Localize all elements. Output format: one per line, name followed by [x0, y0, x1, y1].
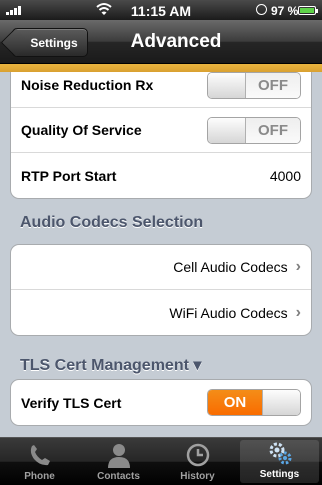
row-label: Noise Reduction Rx	[21, 77, 154, 93]
settings-icon	[269, 442, 291, 465]
history-icon	[186, 443, 209, 467]
accent-divider	[0, 64, 322, 72]
row-label: RTP Port Start	[21, 167, 117, 184]
audio-codecs-group: Cell Audio Codecs › WiFi Audio Codecs ›	[10, 244, 312, 336]
quality-of-service-toggle[interactable]: OFF	[207, 116, 301, 144]
rtp-port-value: 4000	[269, 167, 301, 184]
battery-percent: 97 %	[271, 4, 299, 18]
status-bar: 11:15 AM 97 %	[0, 0, 322, 20]
row-label: Quality Of Service	[21, 122, 142, 138]
contacts-icon	[107, 444, 130, 468]
phone-icon	[30, 445, 50, 466]
page-title: Advanced	[130, 31, 222, 52]
row-label: Cell Audio Codecs	[173, 259, 288, 275]
tab-history[interactable]: History	[158, 438, 237, 485]
network-settings-group: Noise Reduction Rx OFF Quality Of Servic…	[10, 72, 312, 199]
settings-list[interactable]: Noise Reduction Rx OFF Quality Of Servic…	[0, 72, 322, 437]
chevron-right-icon: ›	[295, 303, 301, 321]
row-rtp-port-start[interactable]: RTP Port Start 4000	[11, 153, 311, 198]
navigation-bar: Settings Advanced	[0, 20, 322, 64]
tls-group: Verify TLS Cert ON	[10, 379, 312, 426]
tab-phone[interactable]: Phone	[0, 438, 79, 485]
tab-label: Settings	[259, 469, 300, 480]
row-label: Verify TLS Cert	[21, 394, 122, 411]
audio-codecs-header: Audio Codecs Selection	[20, 214, 204, 231]
tab-settings[interactable]: Settings	[240, 440, 319, 483]
tab-label: Contacts	[97, 471, 140, 482]
tls-cert-header[interactable]: TLS Cert Management ▾	[20, 355, 201, 375]
noise-reduction-toggle[interactable]: OFF	[207, 72, 301, 99]
row-noise-reduction: Noise Reduction Rx OFF	[11, 72, 311, 108]
chevron-right-icon: ›	[295, 258, 301, 275]
tab-label: Phone	[24, 471, 55, 482]
row-label: WiFi Audio Codecs	[169, 304, 288, 321]
row-wifi-audio-codecs[interactable]: WiFi Audio Codecs ›	[11, 290, 311, 335]
verify-tls-toggle[interactable]: ON	[207, 389, 301, 416]
battery-icon	[298, 6, 318, 15]
row-quality-of-service: Quality Of Service OFF	[11, 108, 311, 153]
alarm-icon	[256, 4, 267, 15]
row-cell-audio-codecs[interactable]: Cell Audio Codecs ›	[11, 245, 311, 290]
tab-contacts[interactable]: Contacts	[79, 438, 158, 485]
row-verify-tls-cert: Verify TLS Cert ON	[11, 380, 311, 425]
tab-label: History	[180, 471, 215, 482]
tab-bar: Phone Contacts History Settings	[0, 437, 322, 485]
